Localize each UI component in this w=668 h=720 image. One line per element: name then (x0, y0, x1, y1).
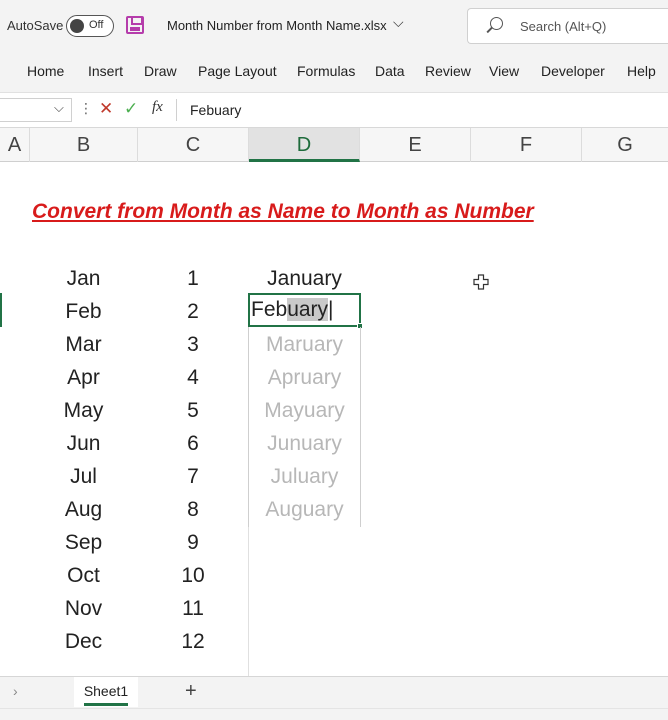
typed-text: Feb (251, 298, 288, 321)
add-sheet-button[interactable]: + (185, 680, 197, 703)
cell-number[interactable]: 10 (138, 559, 248, 592)
cell-month[interactable]: Feb (30, 295, 137, 328)
tab-insert[interactable]: Insert (88, 63, 123, 79)
flash-fill-suggestion: Juluary (270, 465, 339, 488)
chevron-down-icon[interactable]: ⌵ (393, 14, 404, 31)
active-cell-editor[interactable]: Febuary| (248, 293, 363, 329)
tab-page-layout[interactable]: Page Layout (198, 63, 277, 79)
autosave-toggle[interactable]: Off (66, 15, 114, 37)
flash-fill-suggestion: Apruary (267, 366, 342, 389)
cell-month[interactable]: Sep (30, 526, 137, 559)
tab-data[interactable]: Data (375, 63, 405, 79)
sheet-tab-bar: › Sheet1 + (0, 676, 668, 708)
column-header-b[interactable]: B (30, 128, 138, 162)
title-bar: AutoSave Off Month Number from Month Nam… (0, 0, 668, 52)
cell-month[interactable]: May (30, 394, 137, 427)
cell-number[interactable]: 3 (138, 328, 248, 361)
cell-month[interactable]: Jul (30, 460, 137, 493)
cancel-icon[interactable]: ✕ (99, 99, 113, 119)
search-box[interactable]: Search (Alt+Q) (467, 8, 668, 44)
tab-review[interactable]: Review (425, 63, 471, 79)
column-divider (248, 527, 249, 676)
cell-number[interactable]: 11 (138, 592, 248, 625)
active-cell-text: Febuary| (251, 298, 334, 321)
column-header-c[interactable]: C (138, 128, 249, 162)
active-row-marker (0, 293, 2, 327)
cell-month[interactable]: Jan (30, 262, 137, 295)
flash-fill-suggestion: Maruary (265, 333, 344, 356)
flash-fill-suggestion: Auguary (265, 498, 344, 521)
cell-number[interactable]: 2 (138, 295, 248, 328)
cell-number[interactable]: 12 (138, 625, 248, 658)
cell-number[interactable]: 5 (138, 394, 248, 427)
file-name[interactable]: Month Number from Month Name.xlsx (167, 18, 387, 33)
cell-number[interactable]: 1 (138, 262, 248, 295)
cell-number[interactable]: 7 (138, 460, 248, 493)
tab-home[interactable]: Home (27, 63, 64, 79)
tab-view[interactable]: View (489, 63, 519, 79)
search-placeholder: Search (Alt+Q) (520, 19, 607, 34)
formula-input[interactable]: Febuary (190, 102, 241, 118)
flash-fill-suggestion: Mayuary (264, 399, 345, 422)
cell-month[interactable]: Apr (30, 361, 137, 394)
insert-function-icon[interactable]: fx (152, 99, 163, 116)
cell-full-month[interactable]: January (249, 262, 360, 295)
enter-icon[interactable]: ✓ (124, 99, 138, 119)
cell-cursor-icon (473, 274, 489, 290)
autosave-label: AutoSave (7, 18, 64, 33)
cell-number[interactable]: 9 (138, 526, 248, 559)
flash-fill-suggestion: Junuary (267, 432, 342, 455)
tab-formulas[interactable]: Formulas (297, 63, 355, 79)
column-header-a[interactable]: A (0, 128, 30, 162)
cell-month[interactable]: Jun (30, 427, 137, 460)
autosave-state: Off (89, 19, 104, 31)
cell-number[interactable]: 6 (138, 427, 248, 460)
cell-month[interactable]: Dec (30, 625, 137, 658)
column-header-f[interactable]: F (471, 128, 582, 162)
autocomplete-highlight: uary (287, 298, 329, 321)
column-header-g[interactable]: G (582, 128, 668, 162)
more-options-icon[interactable]: ⋮ (79, 100, 93, 117)
cell-number[interactable]: 8 (138, 493, 248, 526)
chevron-right-icon[interactable]: › (13, 683, 18, 699)
ribbon-tabs: Home Insert Draw Page Layout Formulas Da… (0, 52, 668, 92)
cell-month[interactable]: Nov (30, 592, 137, 625)
chevron-down-icon[interactable]: ⌵ (54, 100, 64, 116)
name-box[interactable]: ⌵ (0, 98, 72, 122)
column-header-e[interactable]: E (360, 128, 471, 162)
search-icon (490, 17, 503, 30)
active-sheet-indicator (84, 703, 128, 706)
status-bar (0, 708, 668, 720)
tab-draw[interactable]: Draw (144, 63, 177, 79)
column-headers: A B C D E F G (0, 128, 668, 162)
cell-number[interactable]: 4 (138, 361, 248, 394)
cell-month[interactable]: Mar (30, 328, 137, 361)
worksheet-grid[interactable]: Convert from Month as Name to Month as N… (0, 162, 668, 676)
cell-month[interactable]: Oct (30, 559, 137, 592)
column-header-d[interactable]: D (249, 128, 360, 162)
formula-bar: ⌵ ⋮ ✕ ✓ fx Febuary (0, 92, 668, 128)
sheet-title[interactable]: Convert from Month as Name to Month as N… (32, 200, 534, 224)
formula-bar-divider (176, 99, 177, 121)
tab-help[interactable]: Help (627, 63, 656, 79)
toggle-knob (70, 19, 84, 33)
save-icon[interactable] (126, 16, 144, 34)
cell-month[interactable]: Aug (30, 493, 137, 526)
tab-developer[interactable]: Developer (541, 63, 605, 79)
